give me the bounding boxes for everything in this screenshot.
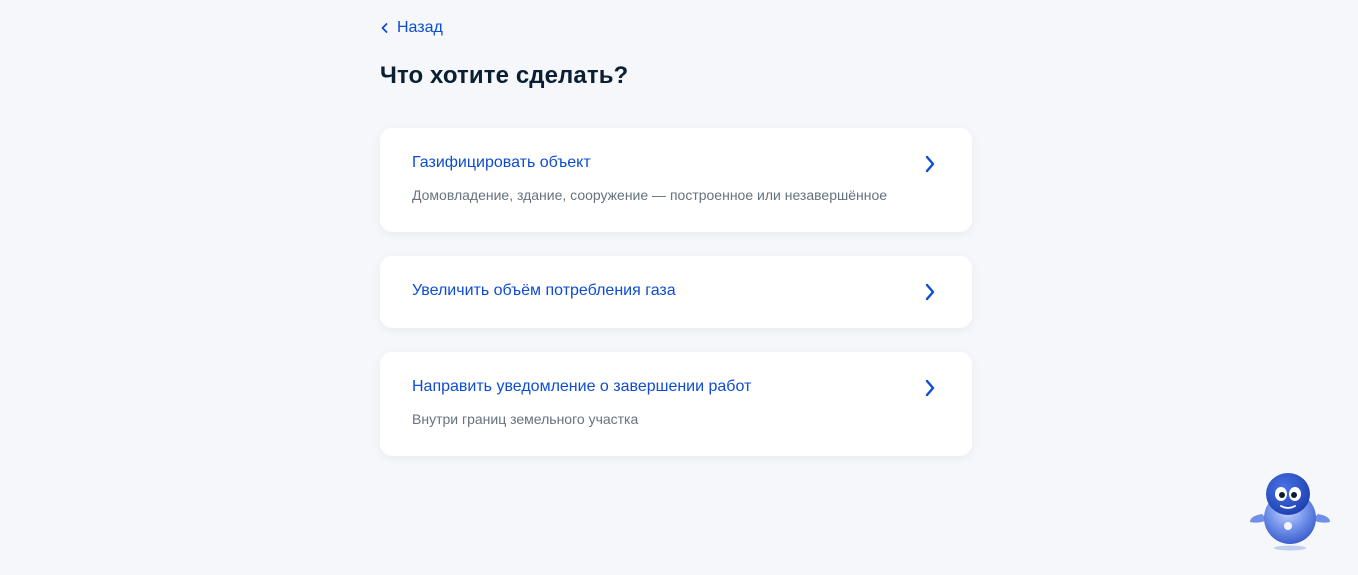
option-title: Газифицировать объект — [412, 154, 591, 171]
chevron-right-icon — [924, 378, 936, 398]
back-link-label: Назад — [397, 19, 443, 36]
chevron-left-icon — [380, 22, 390, 34]
page: Назад Что хотите сделать? Газифицировать… — [0, 0, 1358, 575]
option-title: Направить уведомление о завершении работ — [412, 378, 752, 395]
option-description: Внутри границ земельного участка — [412, 411, 639, 427]
chevron-right-icon — [924, 282, 936, 302]
option-card-increase-consumption[interactable]: Увеличить объём потребления газа — [380, 256, 972, 328]
option-title: Увеличить объём потребления газа — [412, 282, 676, 299]
option-card-gasify[interactable]: Газифицировать объект Домовладение, здан… — [380, 128, 972, 232]
option-card-completion-notice[interactable]: Направить уведомление о завершении работ… — [380, 352, 972, 456]
option-description: Домовладение, здание, сооружение — постр… — [412, 187, 888, 203]
page-title: Что хотите сделать? — [380, 62, 629, 89]
robot-assistant-icon[interactable] — [1248, 470, 1332, 552]
chevron-right-icon — [924, 154, 936, 174]
back-link[interactable]: Назад — [380, 17, 443, 39]
